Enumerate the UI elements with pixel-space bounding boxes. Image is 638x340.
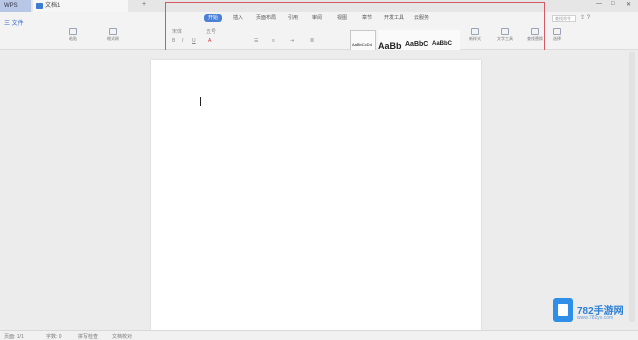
format-painter-label: 格式刷 [107, 36, 119, 41]
tab-document[interactable]: 文档1 [33, 0, 128, 12]
cursor-icon [553, 28, 561, 35]
search-input[interactable]: 查找命令 [552, 15, 576, 22]
paste-label: 粘贴 [69, 36, 77, 41]
restore-button[interactable]: □ [611, 1, 615, 7]
minimize-button[interactable]: — [596, 1, 602, 7]
select-button[interactable]: 选择 [550, 28, 564, 42]
watermark-url: www.782yx.com [577, 315, 614, 321]
watermark-logo-icon [553, 298, 573, 322]
file-menu-button[interactable]: 三 文件 [4, 18, 24, 27]
document-icon [36, 3, 43, 9]
status-proofread[interactable]: 文档校对 [112, 333, 132, 340]
share-button[interactable]: ⇪ ? [580, 14, 590, 21]
format-painter-button[interactable]: 格式刷 [102, 28, 124, 42]
format-painter-icon [109, 28, 117, 35]
watermark-logo-inner [558, 304, 568, 316]
status-page: 页面: 1/1 [4, 334, 24, 340]
paste-icon [69, 28, 77, 35]
select-label: 选择 [553, 36, 561, 41]
status-spell[interactable]: 拼写检查 [78, 333, 98, 340]
text-cursor [200, 97, 201, 106]
vertical-scrollbar[interactable] [629, 52, 635, 322]
close-button[interactable]: ✕ [626, 1, 631, 8]
tab-document-label: 文档1 [45, 3, 61, 9]
status-bar: 页面: 1/1 字数: 0 拼写检查 文档校对 [0, 330, 638, 340]
tab-home[interactable]: WPS [0, 0, 31, 12]
new-tab-button[interactable]: + [142, 1, 146, 8]
status-words[interactable]: 字数: 0 [46, 333, 62, 340]
paste-button[interactable]: 粘贴 [64, 28, 82, 42]
